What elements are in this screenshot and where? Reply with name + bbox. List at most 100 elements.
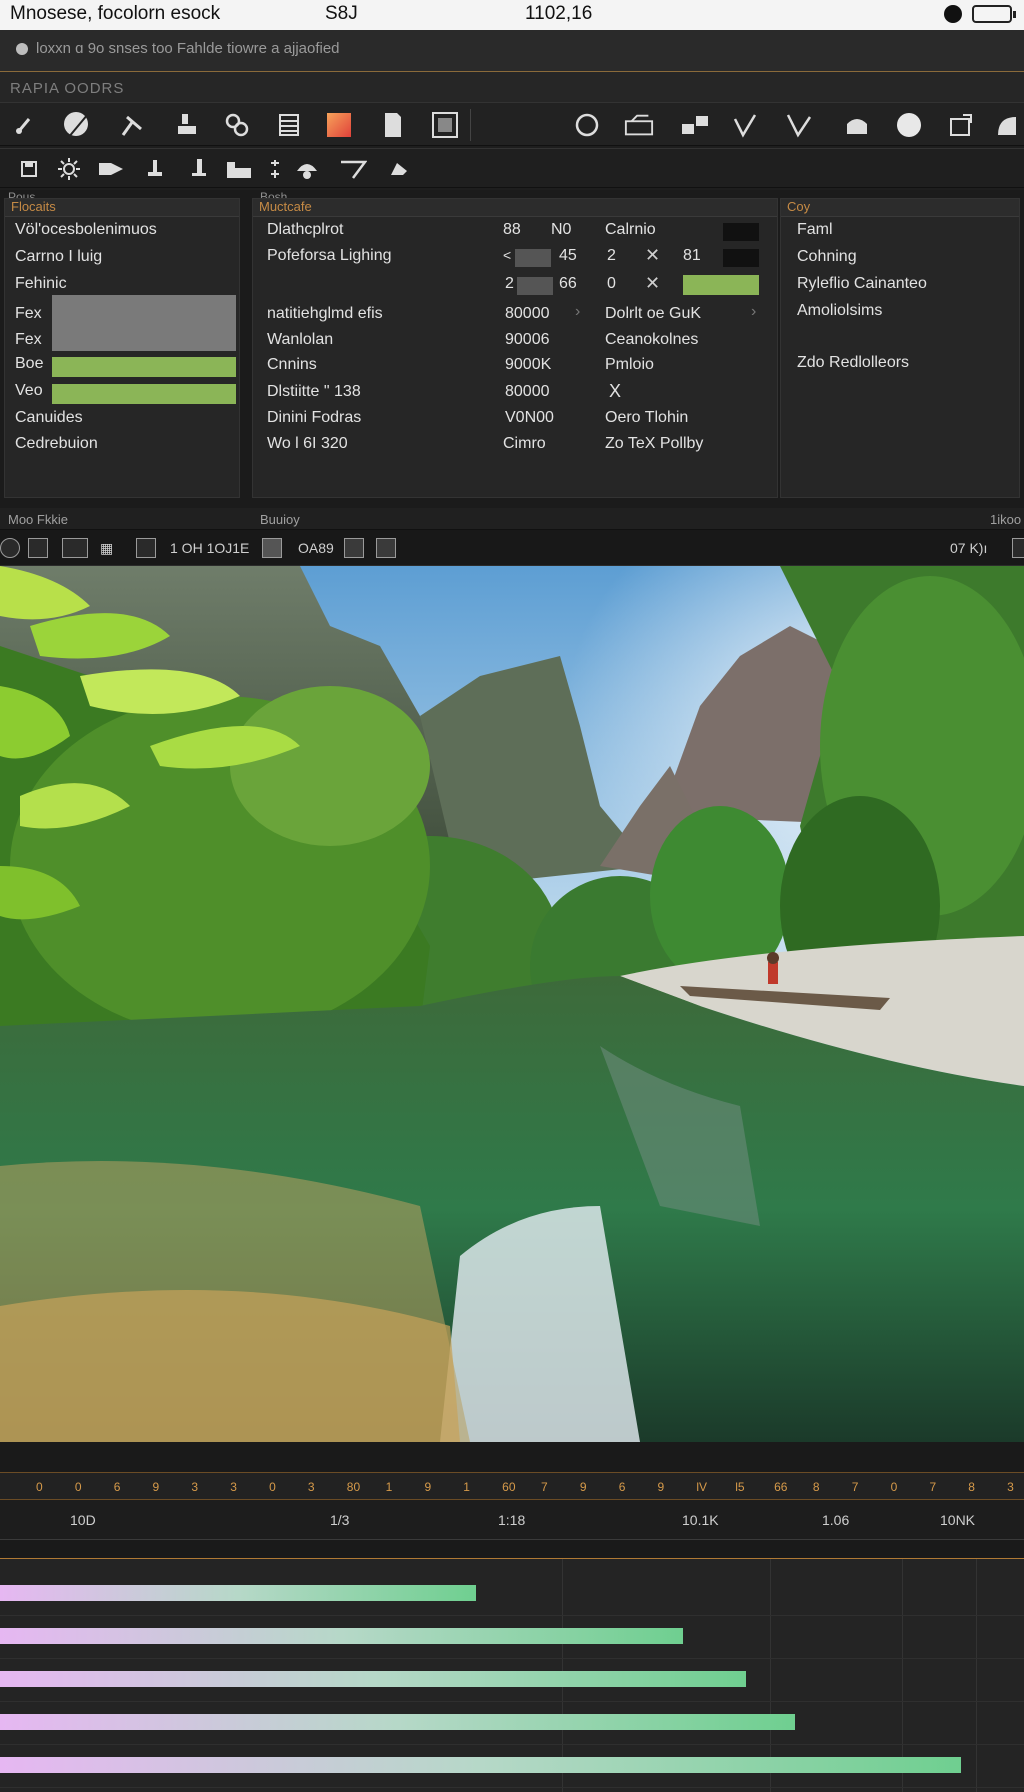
sparkle-icon[interactable]: [260, 154, 290, 184]
mid-value[interactable]: Ceanokolnes: [605, 331, 698, 349]
mid-value[interactable]: Cimro: [503, 435, 546, 453]
mid-label: Dlathcplrot: [267, 221, 344, 238]
mid-value[interactable]: 80000: [505, 383, 550, 401]
page-icon[interactable]: [378, 110, 408, 140]
right-item[interactable]: Zdo Redlolleors: [797, 354, 909, 372]
frame-icon[interactable]: [28, 538, 48, 558]
grid-icon[interactable]: ▦: [100, 540, 113, 557]
right-item[interactable]: Cohning: [797, 248, 857, 266]
mid-value[interactable]: 81: [683, 247, 701, 265]
mid-value[interactable]: Zo TeX Pollby: [605, 435, 703, 453]
right-item[interactable]: Ryleflio Cainanteo: [797, 275, 927, 293]
search-icon[interactable]: [0, 538, 20, 558]
lamp-icon[interactable]: [292, 154, 322, 184]
mid-value[interactable]: 88: [503, 221, 521, 239]
sphere-icon[interactable]: [894, 110, 924, 140]
qr-icon[interactable]: [376, 538, 396, 558]
value-box[interactable]: [723, 223, 759, 241]
mid-value[interactable]: 66: [559, 275, 577, 293]
slider-left-arrow[interactable]: <: [503, 247, 511, 263]
hand-icon[interactable]: [384, 154, 414, 184]
lock-icon[interactable]: [344, 538, 364, 558]
left-item[interactable]: Fex: [15, 331, 42, 349]
save-icon[interactable]: [14, 154, 44, 184]
layers-icon[interactable]: [274, 110, 304, 140]
mid-value[interactable]: 45: [559, 247, 577, 265]
right-item[interactable]: Amoliolsims: [797, 302, 882, 320]
grey-preview-swatch[interactable]: [52, 295, 236, 351]
mid-value[interactable]: N0: [551, 221, 571, 239]
timeline-clip[interactable]: [0, 1585, 476, 1601]
green-swatch[interactable]: [52, 384, 236, 404]
frame-tick: 1: [385, 1480, 393, 1494]
frame-tick: 3: [307, 1480, 315, 1494]
zoom-text[interactable]: 1 OH 1OJ1E: [170, 540, 249, 556]
mid-value[interactable]: 9000K: [505, 356, 551, 374]
mid-value[interactable]: 2: [607, 247, 616, 265]
timeline-clip[interactable]: [0, 1628, 683, 1644]
right-item[interactable]: Faml: [797, 221, 833, 239]
pick-icon[interactable]: [118, 110, 148, 140]
left-item[interactable]: Carrno I luig: [15, 248, 102, 266]
mid-value[interactable]: X: [609, 381, 621, 402]
display-icon[interactable]: [62, 538, 88, 558]
green-swatch[interactable]: [52, 357, 236, 377]
circle-icon[interactable]: [572, 110, 602, 140]
cursor-icon[interactable]: [338, 154, 368, 184]
camera-tool-icon[interactable]: [624, 110, 654, 140]
left-item[interactable]: Cedrebuion: [15, 435, 98, 453]
timeline-clip[interactable]: [0, 1757, 961, 1773]
play-icon[interactable]: [96, 154, 126, 184]
timeline-tracks[interactable]: [0, 1558, 1024, 1792]
notification-bar[interactable]: loxxn ɑ 9o snses too Fahlde tiowre a ajj…: [0, 30, 1024, 72]
chevron-right-icon[interactable]: ›: [751, 303, 756, 321]
timeline-clip[interactable]: [0, 1671, 746, 1687]
left-item[interactable]: Canuides: [15, 409, 83, 427]
timeline-clip[interactable]: [0, 1714, 795, 1730]
texture-icon[interactable]: [430, 110, 460, 140]
value-box[interactable]: [723, 249, 759, 267]
export-icon[interactable]: [946, 110, 976, 140]
mid-value[interactable]: 0: [607, 275, 616, 293]
pin-icon[interactable]: [184, 154, 214, 184]
slider-track[interactable]: [517, 277, 553, 295]
mid-value[interactable]: 2: [505, 275, 514, 293]
mid-value[interactable]: Calrnio: [605, 221, 656, 239]
mid-value[interactable]: 90006: [505, 331, 550, 349]
left-item[interactable]: Völ'ocesbolenimuos: [15, 221, 157, 239]
swatch-icon[interactable]: [262, 538, 282, 558]
close-icon[interactable]: ✕: [645, 273, 660, 294]
triangle-icon[interactable]: [136, 538, 156, 558]
shell-icon[interactable]: [994, 110, 1024, 140]
mid-value[interactable]: 80000: [505, 305, 550, 323]
green-swatch[interactable]: [683, 275, 759, 295]
sun-icon[interactable]: [54, 154, 84, 184]
link-icon[interactable]: [222, 110, 252, 140]
time-ruler[interactable]: 10D 1/3 1:18 10.1K 1.06 10NK: [0, 1500, 1024, 1540]
frame-ruler[interactable]: 0 0 6 9 3 3 0 3 80 1 9 1 60 7 9 6 9 lV l5 66 8 7 0 7 8 3: [0, 1472, 1024, 1500]
ruler-icon[interactable]: [784, 110, 814, 140]
puppet-icon[interactable]: [140, 154, 170, 184]
slider-track[interactable]: [515, 249, 551, 267]
blocks-icon[interactable]: [680, 110, 710, 140]
mid-value[interactable]: V0N00: [505, 409, 554, 427]
left-item[interactable]: Fehinic: [15, 275, 67, 293]
expand-icon[interactable]: [1012, 538, 1024, 558]
color-swatch-icon[interactable]: [324, 110, 354, 140]
check-icon[interactable]: [730, 110, 760, 140]
mid-value[interactable]: Dolrlt oe GuK: [605, 305, 701, 323]
mid-value[interactable]: Pmloio: [605, 356, 654, 374]
eraser-icon[interactable]: [62, 110, 92, 140]
folder-icon[interactable]: [224, 154, 254, 184]
chevron-right-icon[interactable]: ›: [575, 303, 580, 321]
pot-icon[interactable]: [842, 110, 872, 140]
stack-icon[interactable]: [172, 110, 202, 140]
mid-value[interactable]: Oero Tlohin: [605, 409, 688, 427]
brush-icon[interactable]: [10, 110, 40, 140]
mode-text[interactable]: OA89: [298, 540, 334, 556]
left-item[interactable]: Boe: [15, 355, 43, 373]
left-item[interactable]: Fex: [15, 305, 42, 323]
3d-viewport[interactable]: [0, 566, 1024, 1442]
close-icon[interactable]: ✕: [645, 245, 660, 266]
left-item[interactable]: Veo: [15, 382, 43, 400]
